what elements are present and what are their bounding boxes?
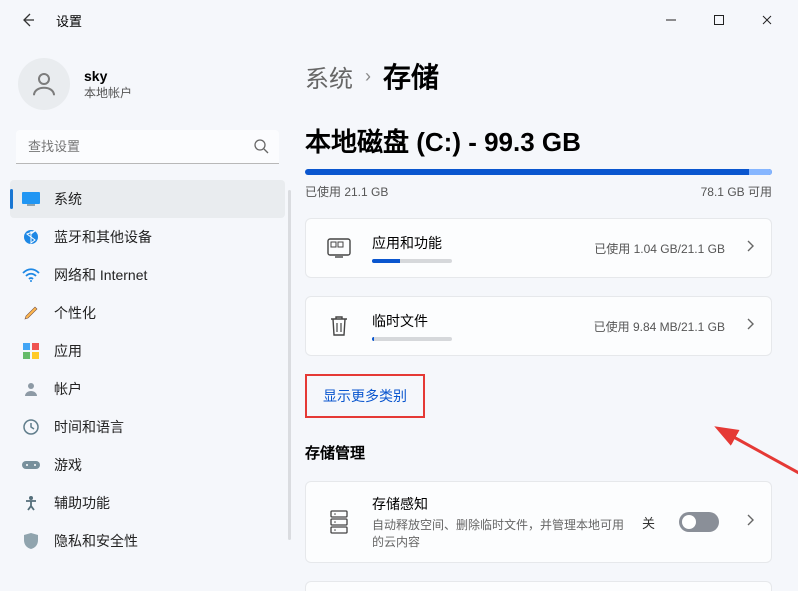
nav-label: 隐私和安全性 [54, 531, 138, 551]
sidebar-scrollbar[interactable] [288, 190, 291, 540]
nav-item-privacy[interactable]: 隐私和安全性 [10, 522, 285, 560]
minimize-button[interactable] [660, 9, 682, 31]
chevron-right-icon [745, 239, 755, 258]
storage-management-header: 存储管理 [305, 442, 772, 463]
nav-label: 应用 [54, 341, 82, 361]
temp-usage-bar [372, 337, 452, 341]
category-temp[interactable]: 临时文件 已使用 9.84 MB/21.1 GB [305, 296, 772, 356]
nav-label: 蓝牙和其他设备 [54, 227, 152, 247]
nav-label: 网络和 Internet [54, 265, 147, 285]
nav-item-personalization[interactable]: 个性化 [10, 294, 285, 332]
chevron-right-icon [745, 317, 755, 336]
storage-sense-row[interactable]: 存储感知 自动释放空间、删除临时文件，并管理本地可用的云内容 关 [305, 481, 772, 563]
accessibility-icon [22, 494, 40, 512]
card-title: 应用和功能 [372, 233, 578, 253]
nav-item-gaming[interactable]: 游戏 [10, 446, 285, 484]
nav-item-apps[interactable]: 应用 [10, 332, 285, 370]
nav-label: 辅助功能 [54, 493, 110, 513]
nav-label: 帐户 [54, 379, 82, 399]
apps-icon [22, 342, 40, 360]
disk-title: 本地磁盘 (C:) - 99.3 GB [305, 122, 772, 159]
database-icon [322, 505, 356, 539]
nav-label: 时间和语言 [54, 417, 124, 437]
shield-icon [22, 532, 40, 550]
apps-usage-bar [372, 259, 452, 263]
gamepad-icon [22, 456, 40, 474]
nav-label: 系统 [54, 189, 82, 209]
breadcrumb-root[interactable]: 系统 [305, 59, 353, 94]
category-apps[interactable]: 应用和功能 已使用 1.04 GB/21.1 GB [305, 218, 772, 278]
profile-name: sky [84, 68, 132, 84]
nav-item-time-language[interactable]: 时间和语言 [10, 408, 285, 446]
bluetooth-icon [22, 228, 40, 246]
profile-subtitle: 本地帐户 [84, 84, 132, 101]
nav-item-bluetooth[interactable]: 蓝牙和其他设备 [10, 218, 285, 256]
nav-item-accessibility[interactable]: 辅助功能 [10, 484, 285, 522]
nav-item-system[interactable]: 系统 [10, 180, 285, 218]
temp-usage-text: 已使用 9.84 MB/21.1 GB [594, 318, 725, 335]
brush-icon [22, 304, 40, 322]
avatar[interactable] [18, 58, 70, 110]
clock-icon [22, 418, 40, 436]
chevron-right-icon: › [365, 66, 371, 87]
maximize-button[interactable] [708, 9, 730, 31]
disk-used-label: 已使用 21.1 GB [305, 183, 388, 200]
breadcrumb-leaf: 存储 [383, 56, 439, 96]
card-subtitle: 自动释放空间、删除临时文件，并管理本地可用的云内容 [372, 516, 626, 550]
disk-free-label: 78.1 GB 可用 [701, 183, 772, 200]
breadcrumb: 系统 › 存储 [305, 56, 772, 96]
cleanup-row[interactable]: 清理建议 正在查找要清理的项目 [305, 581, 772, 591]
trash-icon [322, 309, 356, 343]
nav-label: 游戏 [54, 455, 82, 475]
card-title: 临时文件 [372, 311, 578, 331]
storage-sense-state: 关 [642, 513, 655, 532]
nav-label: 个性化 [54, 303, 96, 323]
person-icon [22, 380, 40, 398]
wifi-icon [22, 266, 40, 284]
apps-usage-text: 已使用 1.04 GB/21.1 GB [594, 240, 725, 257]
apps-category-icon [322, 231, 356, 265]
search-input[interactable] [16, 130, 279, 164]
storage-sense-toggle[interactable] [679, 512, 719, 532]
close-button[interactable] [756, 9, 778, 31]
nav-item-accounts[interactable]: 帐户 [10, 370, 285, 408]
monitor-icon [22, 190, 40, 208]
chevron-right-icon [745, 513, 755, 532]
nav-item-network[interactable]: 网络和 Internet [10, 256, 285, 294]
card-title: 存储感知 [372, 494, 626, 514]
window-title: 设置 [56, 11, 82, 30]
search-icon [253, 138, 269, 159]
back-button[interactable] [14, 6, 42, 34]
disk-usage-bar [305, 169, 772, 175]
show-more-link[interactable]: 显示更多类别 [305, 374, 425, 418]
